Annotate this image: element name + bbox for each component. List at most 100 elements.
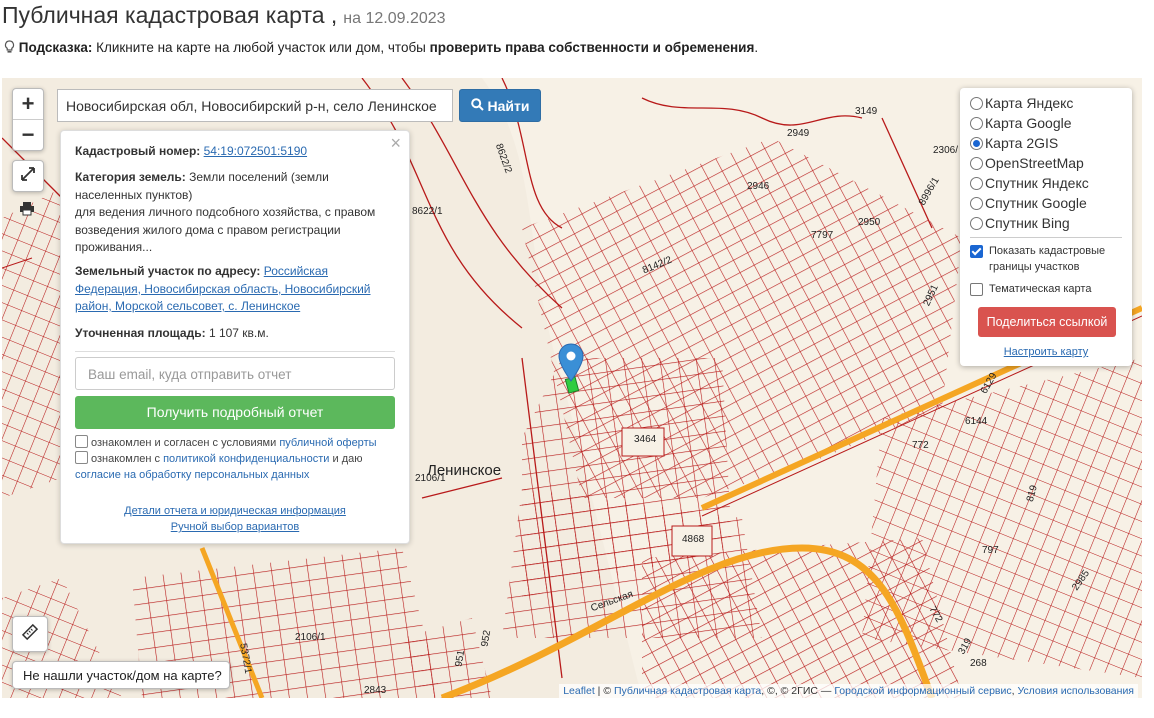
layer-option-bing-satellite[interactable]: Спутник Bing [970,213,1070,233]
agree-privacy-row: ознакомлен с политикой конфиденциальност… [75,451,375,483]
layer-label: Карта Google [985,115,1072,131]
map-label: 3464 [634,434,657,445]
location-marker-icon[interactable] [558,343,584,388]
manual-select-link[interactable]: Ручной выбор вариантов [171,521,299,533]
agree-privacy-mid: и даю [332,453,363,465]
layer-option-google-satellite[interactable]: Спутник Google [970,193,1087,213]
usage-value: для ведения личного подсобного хозяйства… [75,205,376,254]
attribution-mid: , ©, © 2ГИС — [761,685,832,697]
radio-button[interactable] [970,96,983,110]
find-button[interactable]: Найти [459,89,541,122]
agree-privacy-checkbox[interactable] [75,451,88,464]
consent-link[interactable]: согласие на обработку персональных данны… [75,469,309,481]
layer-option-2gis-map[interactable]: Карта 2GIS [970,133,1058,153]
agree-offer-row: ознакомлен и согласен с условиями публич… [75,435,377,451]
ruler-button[interactable] [12,616,48,652]
hint-line: Подсказка: Кликните на карте на любой уч… [4,40,758,55]
category-label: Категория земель: [75,170,186,184]
radio-button[interactable] [970,156,983,170]
map-label: 3149 [855,106,878,117]
zoom-out-button[interactable]: − [13,119,43,150]
search-input[interactable]: Новосибирская обл, Новосибирский р-н, се… [57,89,453,122]
privacy-link[interactable]: политикой конфиденциальности [163,453,329,465]
search-icon [470,97,488,114]
get-report-button[interactable]: Получить подробный отчет [75,396,395,429]
lightbulb-icon [4,40,19,55]
layer-label: OpenStreetMap [985,155,1084,171]
radio-button[interactable] [970,196,983,210]
map-attribution: Leaflet | © Публичная кадастровая карта,… [559,684,1138,698]
area-row: Уточненная площадь: 1 107 кв.м. [75,325,395,343]
attribution-copyright: © [603,685,612,697]
layer-option-osm[interactable]: OpenStreetMap [970,153,1084,173]
fullscreen-button[interactable] [12,160,44,192]
hint-label: Подсказка: [18,40,93,55]
thematic-map-label: Тематическая карта [989,283,1092,295]
ruler-icon [21,623,39,646]
map-label: 7797 [811,230,834,241]
thematic-map-option[interactable]: Тематическая карта [970,281,1091,297]
village-label: Ленинское [427,462,502,479]
cadastral-number-link[interactable]: 54:19:072501:5190 [204,144,307,158]
agree-offer-text: ознакомлен и согласен с условиями [91,437,277,449]
divider [970,237,1122,238]
layers-panel: Карта Яндекс Карта Google Карта 2GIS Ope… [960,88,1132,366]
fullscreen-icon [20,166,36,187]
map-label: 6144 [965,416,988,427]
details-row: Детали отчета и юридическая информация [61,503,409,521]
page-title-text: Публичная кадастровая карта , [2,2,338,28]
leaflet-link[interactable]: Leaflet [563,685,595,697]
manual-row: Ручной выбор вариантов [61,519,409,537]
2gis-link[interactable]: Городской информационный сервис [834,685,1011,697]
map-label: 2306/ [933,145,959,156]
layer-label: Спутник Яндекс [985,175,1089,191]
page-title: Публичная кадастровая карта , на 12.09.20… [2,2,446,29]
cadastral-number-row: Кадастровый номер: 54:19:072501:5190 [75,143,395,161]
layer-label: Спутник Bing [985,215,1070,231]
zoom-in-button[interactable]: + [13,89,43,119]
map-label: 797 [982,545,999,556]
show-borders-checkbox[interactable] [970,245,983,258]
thematic-map-checkbox[interactable] [970,283,983,296]
parcel-info-panel: × Кадастровый номер: 54:19:072501:5190 К… [60,130,410,544]
map-label: 2106/1 [295,632,326,643]
layer-label: Карта Яндекс [985,95,1074,111]
terms-link[interactable]: Условия использования [1017,685,1134,697]
address-row: Земельный участок по адресу: Российская … [75,263,395,316]
radio-button[interactable] [970,116,983,130]
map-container[interactable]: 3149 2949 2946 2306/ 8996/1 2950 7797 86… [2,78,1142,698]
radio-button-selected[interactable] [970,136,983,150]
share-link-button[interactable]: Поделиться ссылкой [978,307,1116,337]
map-label: 2950 [858,217,881,228]
radio-button[interactable] [970,216,983,230]
hint-bold-text: проверить права собственности и обремене… [429,40,755,55]
attribution-sep: | [597,685,601,697]
layer-option-yandex-satellite[interactable]: Спутник Яндекс [970,173,1089,193]
agree-offer-checkbox[interactable] [75,435,88,448]
pkk-link[interactable]: Публичная кадастровая карта [614,685,761,697]
map-label: 2843 [364,685,387,696]
not-found-button[interactable]: Не нашли участок/дом на карте? [12,661,230,689]
radio-button[interactable] [970,176,983,190]
details-link[interactable]: Детали отчета и юридическая информация [124,505,346,517]
print-button[interactable] [12,196,42,226]
email-field[interactable]: Ваш email, куда отправить отчет [75,357,395,390]
layer-option-yandex-map[interactable]: Карта Яндекс [970,93,1073,113]
map-label: 8622/1 [412,206,443,217]
offer-link[interactable]: публичной оферты [279,437,376,449]
layer-label: Карта 2GIS [985,135,1059,151]
map-label: 2946 [747,181,770,192]
hint-text: Кликните на карте на любой участок или д… [96,40,426,55]
show-borders-option[interactable]: Показать кадастровые границы участков [970,243,1122,275]
map-label: 4868 [682,534,705,545]
address-label: Земельный участок по адресу: [75,264,261,278]
layer-option-google-map[interactable]: Карта Google [970,113,1072,133]
cadastral-label: Кадастровый номер: [75,144,201,158]
agree-privacy-text: ознакомлен с [91,453,161,465]
print-icon [19,201,35,221]
divider [75,351,395,352]
map-label: 268 [970,658,987,669]
find-button-label: Найти [487,97,530,114]
area-label: Уточненная площадь: [75,326,206,340]
configure-map-link[interactable]: Настроить карту [1004,346,1089,358]
